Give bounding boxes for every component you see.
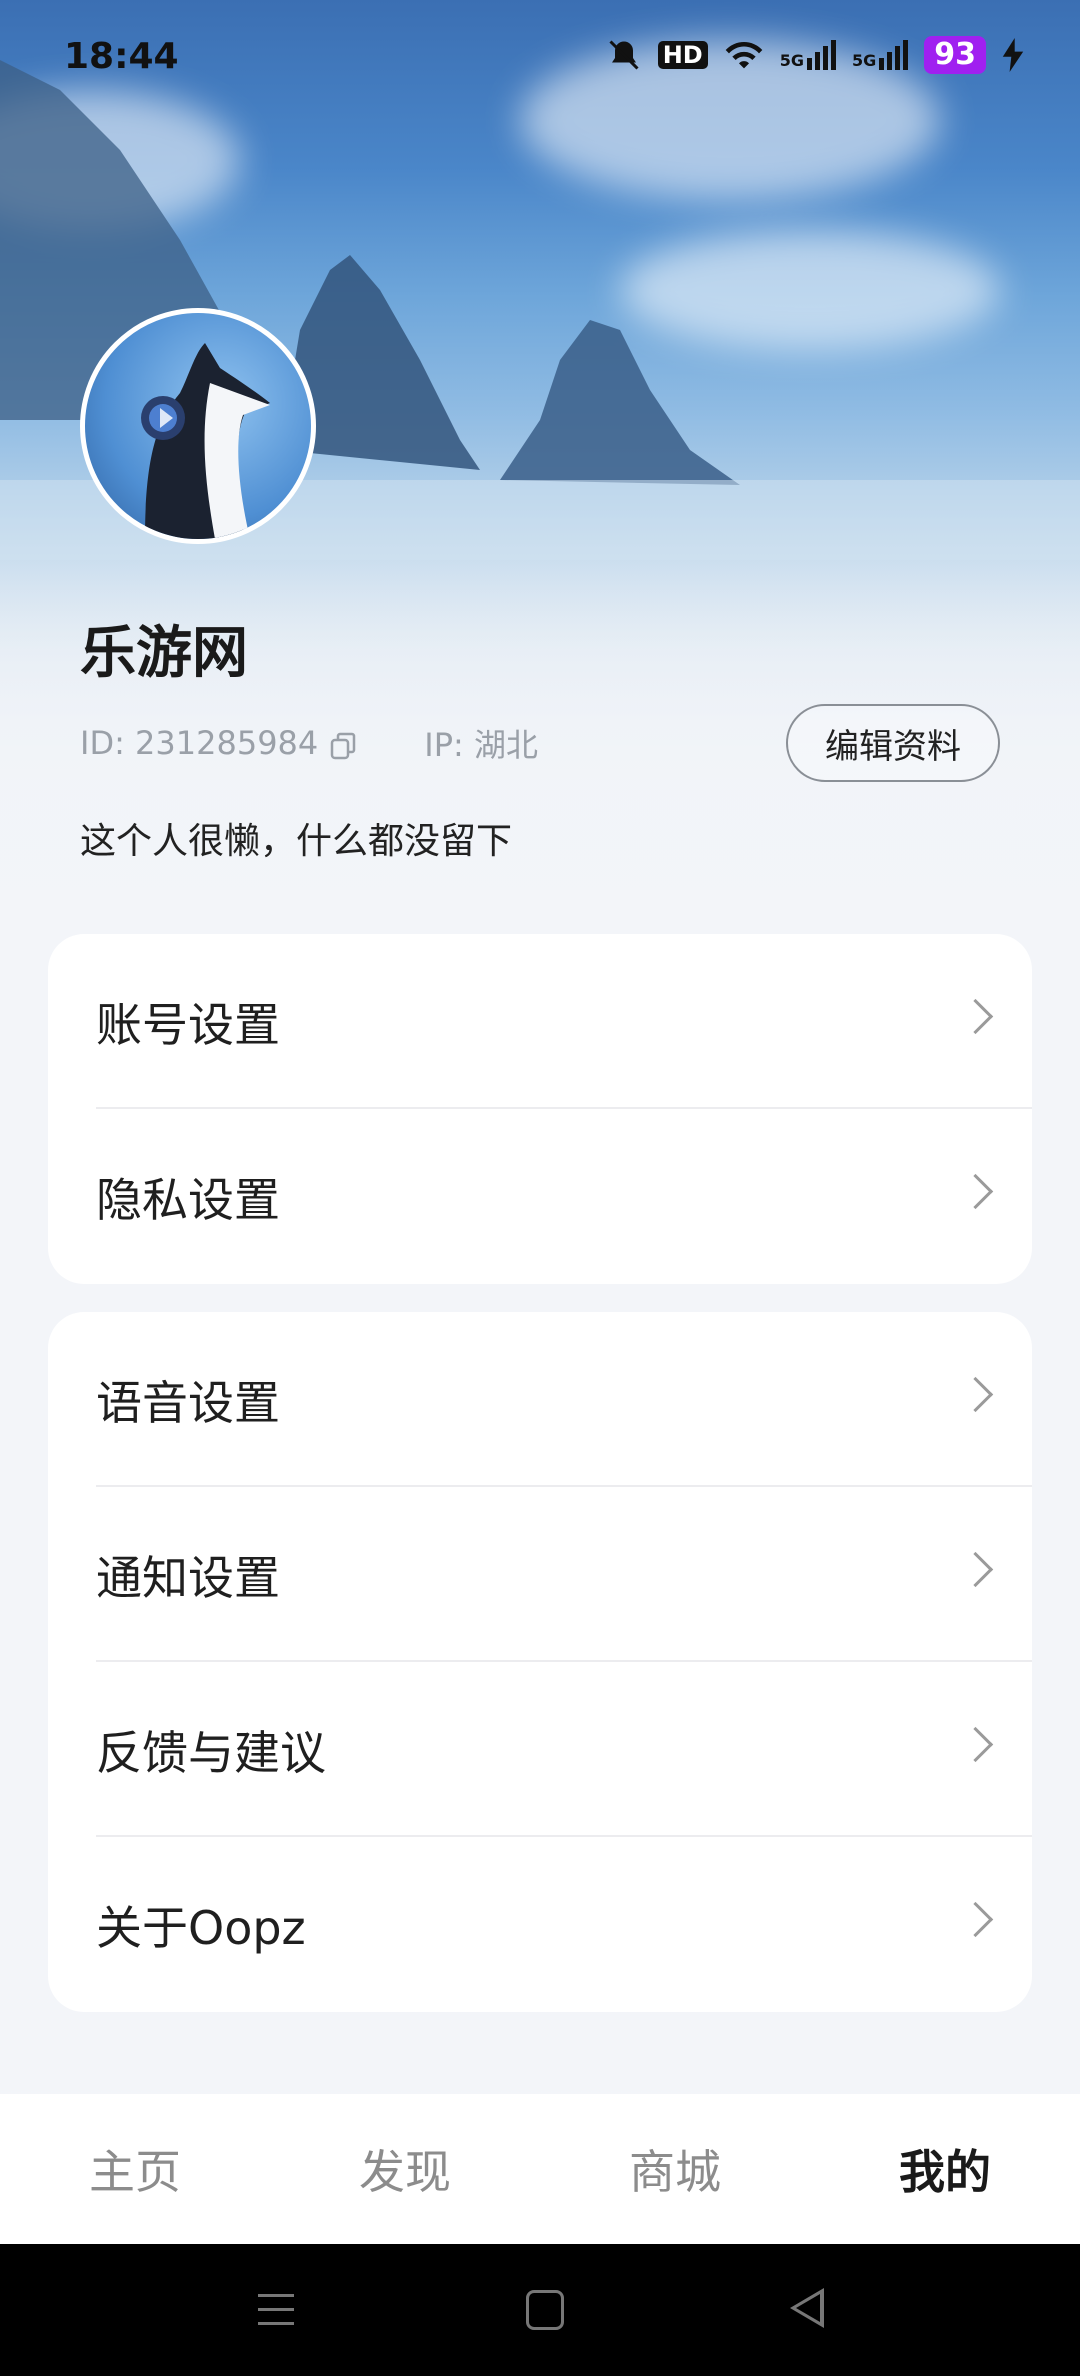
settings-item-about[interactable]: 关于Oopz xyxy=(48,1837,1032,2012)
settings-item-label: 关于Oopz xyxy=(96,1900,306,1955)
bio-text: 这个人很懒，什么都没留下 xyxy=(80,821,513,862)
settings-item-label: 语音设置 xyxy=(96,1375,280,1430)
home-icon[interactable] xyxy=(526,2290,564,2330)
tab-home[interactable]: 主页 xyxy=(0,2094,270,2244)
username: 乐游网 xyxy=(80,621,248,686)
settings-card-account: 账号设置 隐私设置 xyxy=(48,934,1032,1284)
bell-muted-icon xyxy=(609,40,639,70)
tab-discover[interactable]: 发现 xyxy=(270,2094,540,2244)
chevron-right-icon xyxy=(957,1376,994,1413)
avatar[interactable] xyxy=(80,308,316,544)
chevron-right-icon xyxy=(957,998,994,1035)
status-bar: 18:44 HD 5G 5G 93 xyxy=(0,0,1080,120)
settings-item-voice[interactable]: 语音设置 xyxy=(48,1312,1032,1487)
ip-location: IP: 湖北 xyxy=(424,726,538,764)
settings-item-notification[interactable]: 通知设置 xyxy=(48,1487,1032,1662)
settings-item-label: 通知设置 xyxy=(96,1550,280,1605)
settings-card-general: 语音设置 通知设置 反馈与建议 关于Oopz xyxy=(48,1312,1032,2012)
settings-item-privacy[interactable]: 隐私设置 xyxy=(48,1109,1032,1284)
battery-icon: 93 xyxy=(924,36,986,74)
signal-icon: 5G xyxy=(780,40,836,70)
tab-store[interactable]: 商城 xyxy=(540,2094,810,2244)
signal-icon: 5G xyxy=(852,40,909,70)
settings-item-account[interactable]: 账号设置 xyxy=(48,934,1032,1109)
copy-icon[interactable] xyxy=(330,730,356,760)
bottom-tab-bar: 主页 发现 商城 我的 xyxy=(0,2094,1080,2244)
chevron-right-icon xyxy=(957,1901,994,1938)
charging-icon xyxy=(1002,38,1024,72)
settings-item-label: 反馈与建议 xyxy=(96,1725,326,1780)
menu-icon[interactable] xyxy=(258,2294,294,2326)
back-icon[interactable] xyxy=(790,2288,824,2328)
settings-item-label: 账号设置 xyxy=(96,997,280,1052)
system-navigation-bar xyxy=(0,2244,1080,2376)
profile-meta: ID: 231285984 IP: 湖北 xyxy=(80,720,538,766)
settings-item-feedback[interactable]: 反馈与建议 xyxy=(48,1662,1032,1837)
wifi-icon xyxy=(725,41,763,69)
chevron-right-icon xyxy=(957,1551,994,1588)
chevron-right-icon xyxy=(957,1726,994,1763)
dog-avatar-image xyxy=(141,343,270,539)
edit-profile-button[interactable]: 编辑资料 xyxy=(786,704,1000,782)
status-icons: HD 5G 5G 93 xyxy=(606,36,1024,74)
tab-mine[interactable]: 我的 xyxy=(810,2094,1080,2244)
status-time: 18:44 xyxy=(64,36,179,77)
hd-icon: HD xyxy=(657,41,708,69)
user-id: ID: 231285984 xyxy=(80,724,319,762)
chevron-right-icon xyxy=(957,1173,994,1210)
settings-item-label: 隐私设置 xyxy=(96,1172,280,1227)
